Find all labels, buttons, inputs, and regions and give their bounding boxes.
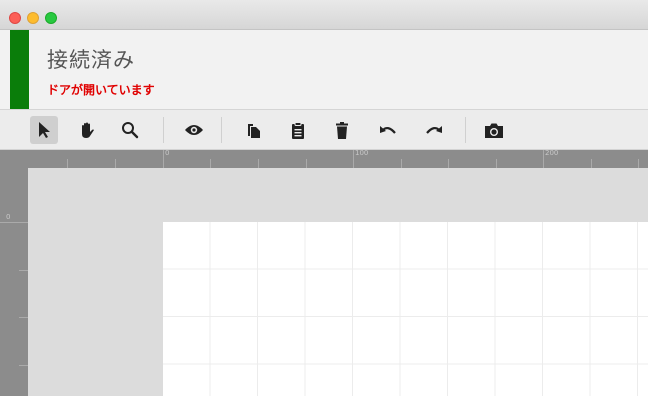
- toolbar: [0, 110, 648, 150]
- ruler-label: 0: [165, 149, 170, 157]
- ruler-tick: [19, 317, 28, 318]
- status-title: 接続済み: [47, 48, 135, 72]
- toolbar-separator: [465, 117, 466, 143]
- page-area[interactable]: [163, 222, 648, 396]
- ruler-tick: [210, 159, 211, 168]
- ruler-tick: [67, 159, 68, 168]
- ruler-tick: [115, 159, 116, 168]
- ruler-tick: [258, 159, 259, 168]
- ruler-tick: [19, 270, 28, 271]
- eye-icon: [185, 125, 203, 135]
- ruler-tick: [543, 150, 544, 168]
- ruler-tick: [401, 159, 402, 168]
- hand-icon: [82, 122, 94, 138]
- preview-button[interactable]: [180, 116, 208, 144]
- connection-status-panel: 接続済み ドアが開いています: [0, 30, 648, 110]
- zoom-tool-button[interactable]: [116, 116, 144, 144]
- ruler-tick: [638, 159, 639, 168]
- snapshot-button[interactable]: [480, 116, 508, 144]
- ruler-tick: [306, 159, 307, 168]
- pan-tool-button[interactable]: [73, 116, 101, 144]
- title-bar[interactable]: [0, 0, 648, 30]
- ruler-tick: [353, 150, 354, 168]
- horizontal-ruler: 0 100 200: [0, 149, 648, 168]
- toolbar-separator: [163, 117, 164, 143]
- magnifier-icon: [122, 122, 139, 139]
- undo-icon: [380, 126, 396, 134]
- ruler-label: 100: [355, 149, 369, 157]
- clipboard-icon: [292, 121, 304, 139]
- ruler-tick: [0, 222, 28, 223]
- door-alert-text: ドアが開いています: [47, 83, 155, 97]
- app-window: 接続済み ドアが開いています 0 100 200 0: [0, 0, 648, 396]
- ruler-tick: [496, 159, 497, 168]
- ruler-label: 200: [545, 149, 559, 157]
- delete-button[interactable]: [328, 116, 356, 144]
- ruler-label: 0: [6, 213, 11, 221]
- minimize-button[interactable]: [27, 12, 39, 24]
- paste-button[interactable]: [284, 116, 312, 144]
- ruler-tick: [591, 159, 592, 168]
- camera-icon: [485, 123, 503, 138]
- zoom-button[interactable]: [45, 12, 57, 24]
- redo-button[interactable]: [420, 116, 448, 144]
- undo-button[interactable]: [374, 116, 402, 144]
- ruler-tick: [448, 159, 449, 168]
- status-indicator-bar: [10, 30, 29, 109]
- vertical-ruler: 0: [0, 168, 28, 396]
- close-button[interactable]: [9, 12, 21, 24]
- arrow-pointer-icon: [39, 122, 50, 138]
- ruler-tick: [163, 150, 164, 168]
- copy-button[interactable]: [240, 116, 268, 144]
- toolbar-separator: [221, 117, 222, 143]
- trash-icon: [336, 121, 348, 139]
- select-tool-button[interactable]: [30, 116, 58, 144]
- ruler-tick: [19, 365, 28, 366]
- copy-icon: [248, 124, 260, 138]
- redo-icon: [426, 126, 442, 134]
